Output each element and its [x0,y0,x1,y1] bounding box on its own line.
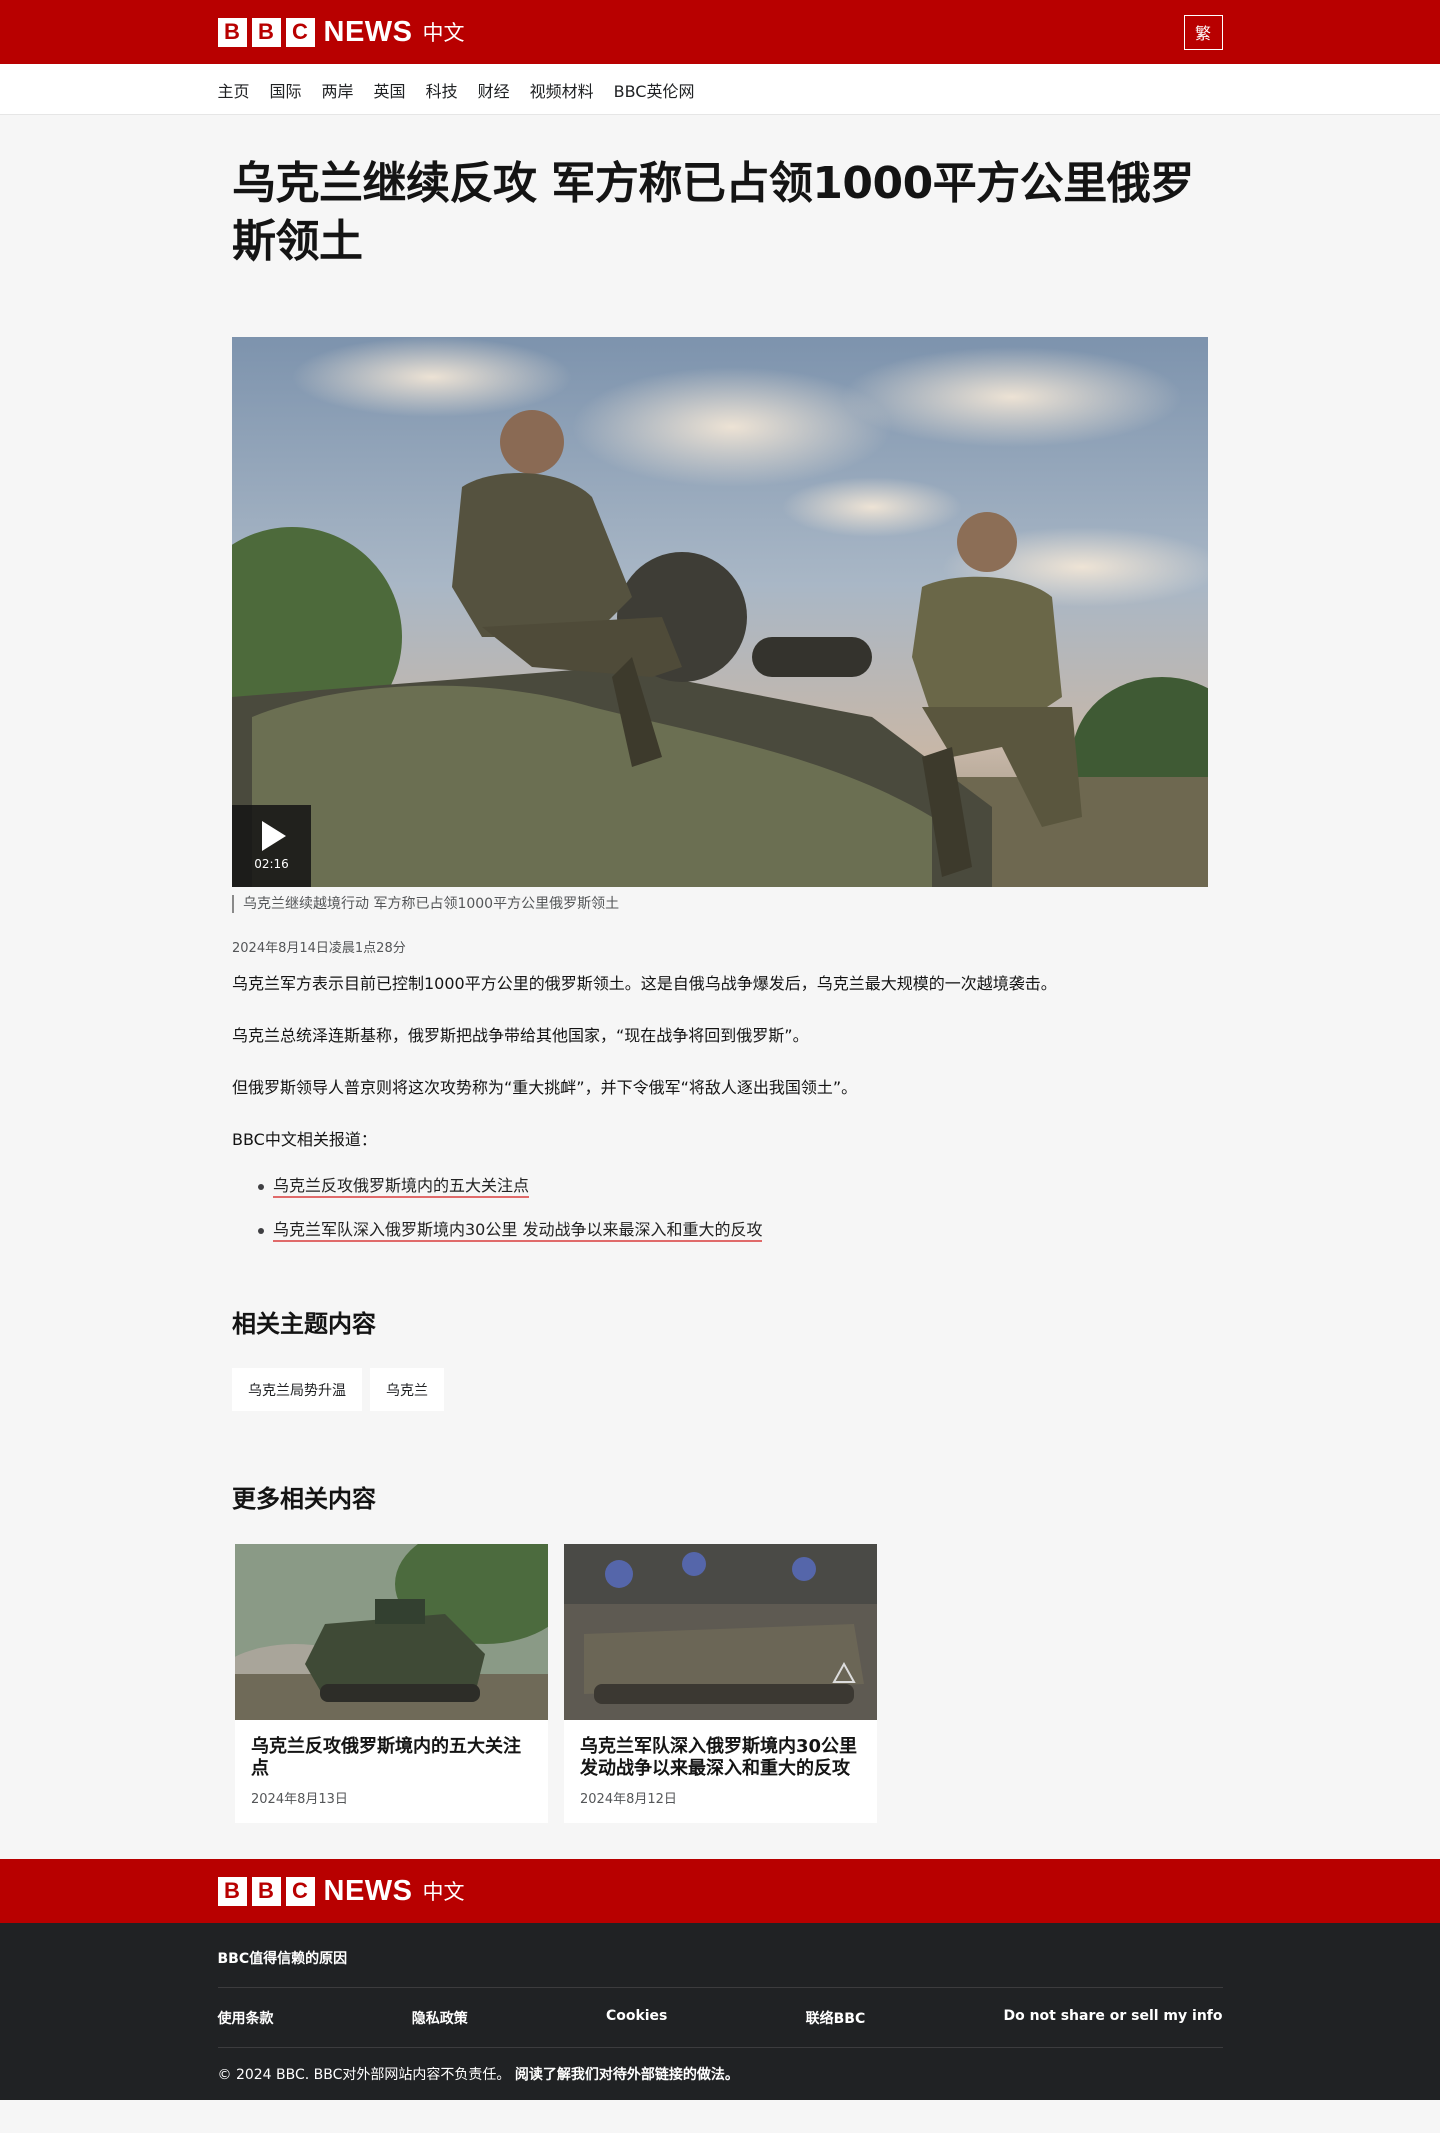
bbc-block: C [285,17,315,47]
cookies-link[interactable]: Cookies [606,2008,667,2028]
related-link[interactable]: 乌克兰军队深入俄罗斯境内30公里 发动战争以来最深入和重大的反攻 [273,1220,763,1242]
bbc-block: B [217,17,247,47]
list-item: 乌克兰军队深入俄罗斯境内30公里 发动战争以来最深入和重大的反攻 [258,1218,1208,1242]
card-thumbnail [564,1544,877,1720]
traditional-chinese-toggle[interactable]: 繁 [1183,14,1223,50]
nav-item-uk[interactable]: 英国 [374,78,406,102]
nav-item-tech[interactable]: 科技 [426,78,458,102]
bbc-blocks: B B C [217,1876,315,1906]
copyright: © 2024 BBC. BBC对外部网站内容不负责任。 阅读了解我们对待外部链接… [218,2048,1223,2084]
nav-item-finance[interactable]: 财经 [478,78,510,102]
article-headline: 乌克兰继续反攻 军方称已占领1000平方公里俄罗斯领土 [232,158,1194,267]
video-player[interactable]: 02:16 [232,337,1208,887]
contact-bbc-link[interactable]: 联络BBC [806,2008,866,2028]
bbc-block: B [251,17,281,47]
why-trust-bbc-link[interactable]: BBC值得信赖的原因 [217,1923,1223,1988]
topic-pill[interactable]: 乌克兰局势升温 [232,1368,362,1411]
related-cards: 乌克兰反攻俄罗斯境内的五大关注点 2024年8月13日 乌克兰军队深入俄罗斯境内 [232,1544,1208,1823]
brand-news: NEWS [323,1874,413,1907]
list-item: 乌克兰反攻俄罗斯境内的五大关注点 [258,1174,1208,1198]
brand-language: 中文 [422,1880,465,1904]
story-card[interactable]: 乌克兰反攻俄罗斯境内的五大关注点 2024年8月13日 [235,1544,548,1823]
main-nav: 主页 国际 两岸 英国 科技 财经 视频材料 BBC英伦网 [0,64,1440,115]
bbc-news-logo[interactable]: B B C NEWS 中文 [217,1874,465,1908]
privacy-link[interactable]: 隐私政策 [412,2008,468,2028]
more-content-title: 更多相关内容 [232,1485,376,1513]
card-thumbnail [235,1544,548,1720]
external-links-policy-link[interactable]: 阅读了解我们对待外部链接的做法。 [515,2067,739,2083]
nav-item-video[interactable]: 视频材料 [530,78,594,102]
nav-item-international[interactable]: 国际 [270,78,302,102]
article-date: 2024年8月14日凌晨1点28分 [232,941,406,956]
card-title: 乌克兰军队深入俄罗斯境内30公里 发动战争以来最深入和重大的反攻 [580,1736,858,1779]
footer-brand-bar: B B C NEWS 中文 [0,1859,1440,1923]
bbc-block: B [251,1876,281,1906]
brand-language: 中文 [422,21,465,45]
copyright-text: © 2024 BBC. BBC对外部网站内容不负责任。 [217,2067,511,2083]
article-main: 乌克兰继续反攻 军方称已占领1000平方公里俄罗斯领土 02:16 乌克兰继续越… [232,115,1208,1823]
article-paragraph: 乌克兰军方表示目前已控制1000平方公里的俄罗斯领土。这是自俄乌战争爆发后，乌克… [232,974,1057,993]
card-date: 2024年8月12日 [580,1792,677,1807]
topics-section-title: 相关主题内容 [232,1310,376,1338]
footer-links-area: BBC值得信赖的原因 使用条款 隐私政策 Cookies 联络BBC Do no… [0,1923,1440,2100]
related-links-list: 乌克兰反攻俄罗斯境内的五大关注点 乌克兰军队深入俄罗斯境内30公里 发动战争以来… [232,1174,1208,1242]
nav-item-cross-strait[interactable]: 两岸 [322,78,354,102]
topic-pills: 乌克兰局势升温 乌克兰 [232,1368,1208,1411]
site-header: B B C NEWS 中文 繁 [0,0,1440,64]
article-paragraph: BBC中文相关报道： [232,1130,377,1149]
article-paragraph: 乌克兰总统泽连斯基称，俄罗斯把战争带给其他国家，“现在战争将回到俄罗斯”。 [232,1026,809,1045]
card-date: 2024年8月13日 [251,1792,348,1807]
bbc-blocks: B B C [217,17,315,47]
bbc-block: C [285,1876,315,1906]
play-icon [262,821,286,851]
terms-link[interactable]: 使用条款 [218,2008,274,2028]
nav-item-bbc-uk-china[interactable]: BBC英伦网 [614,78,695,102]
video-caption: 乌克兰继续越境行动 军方称已占领1000平方公里俄罗斯领土 [232,895,1208,913]
video-thumbnail [232,337,1208,887]
play-button[interactable]: 02:16 [232,805,311,887]
site-footer: B B C NEWS 中文 BBC值得信赖的原因 使用条款 隐私政策 Cooki… [0,1859,1440,2100]
bbc-block: B [217,1876,247,1906]
related-link[interactable]: 乌克兰反攻俄罗斯境内的五大关注点 [273,1176,530,1198]
article-paragraph: 但俄罗斯领导人普京则将这次攻势称为“重大挑衅”，并下令俄军“将敌人逐出我国领土”… [232,1078,858,1097]
footer-links: 使用条款 隐私政策 Cookies 联络BBC Do not share or … [217,1988,1223,2048]
card-title: 乌克兰反攻俄罗斯境内的五大关注点 [251,1736,521,1779]
do-not-sell-link[interactable]: Do not share or sell my info [1003,2008,1222,2028]
video-duration: 02:16 [254,857,289,871]
topic-pill[interactable]: 乌克兰 [370,1368,444,1411]
nav-item-home[interactable]: 主页 [218,78,250,102]
brand-news: NEWS [323,15,413,48]
story-card[interactable]: 乌克兰军队深入俄罗斯境内30公里 发动战争以来最深入和重大的反攻 2024年8月… [564,1544,877,1823]
bbc-news-logo[interactable]: B B C NEWS 中文 [217,15,465,49]
